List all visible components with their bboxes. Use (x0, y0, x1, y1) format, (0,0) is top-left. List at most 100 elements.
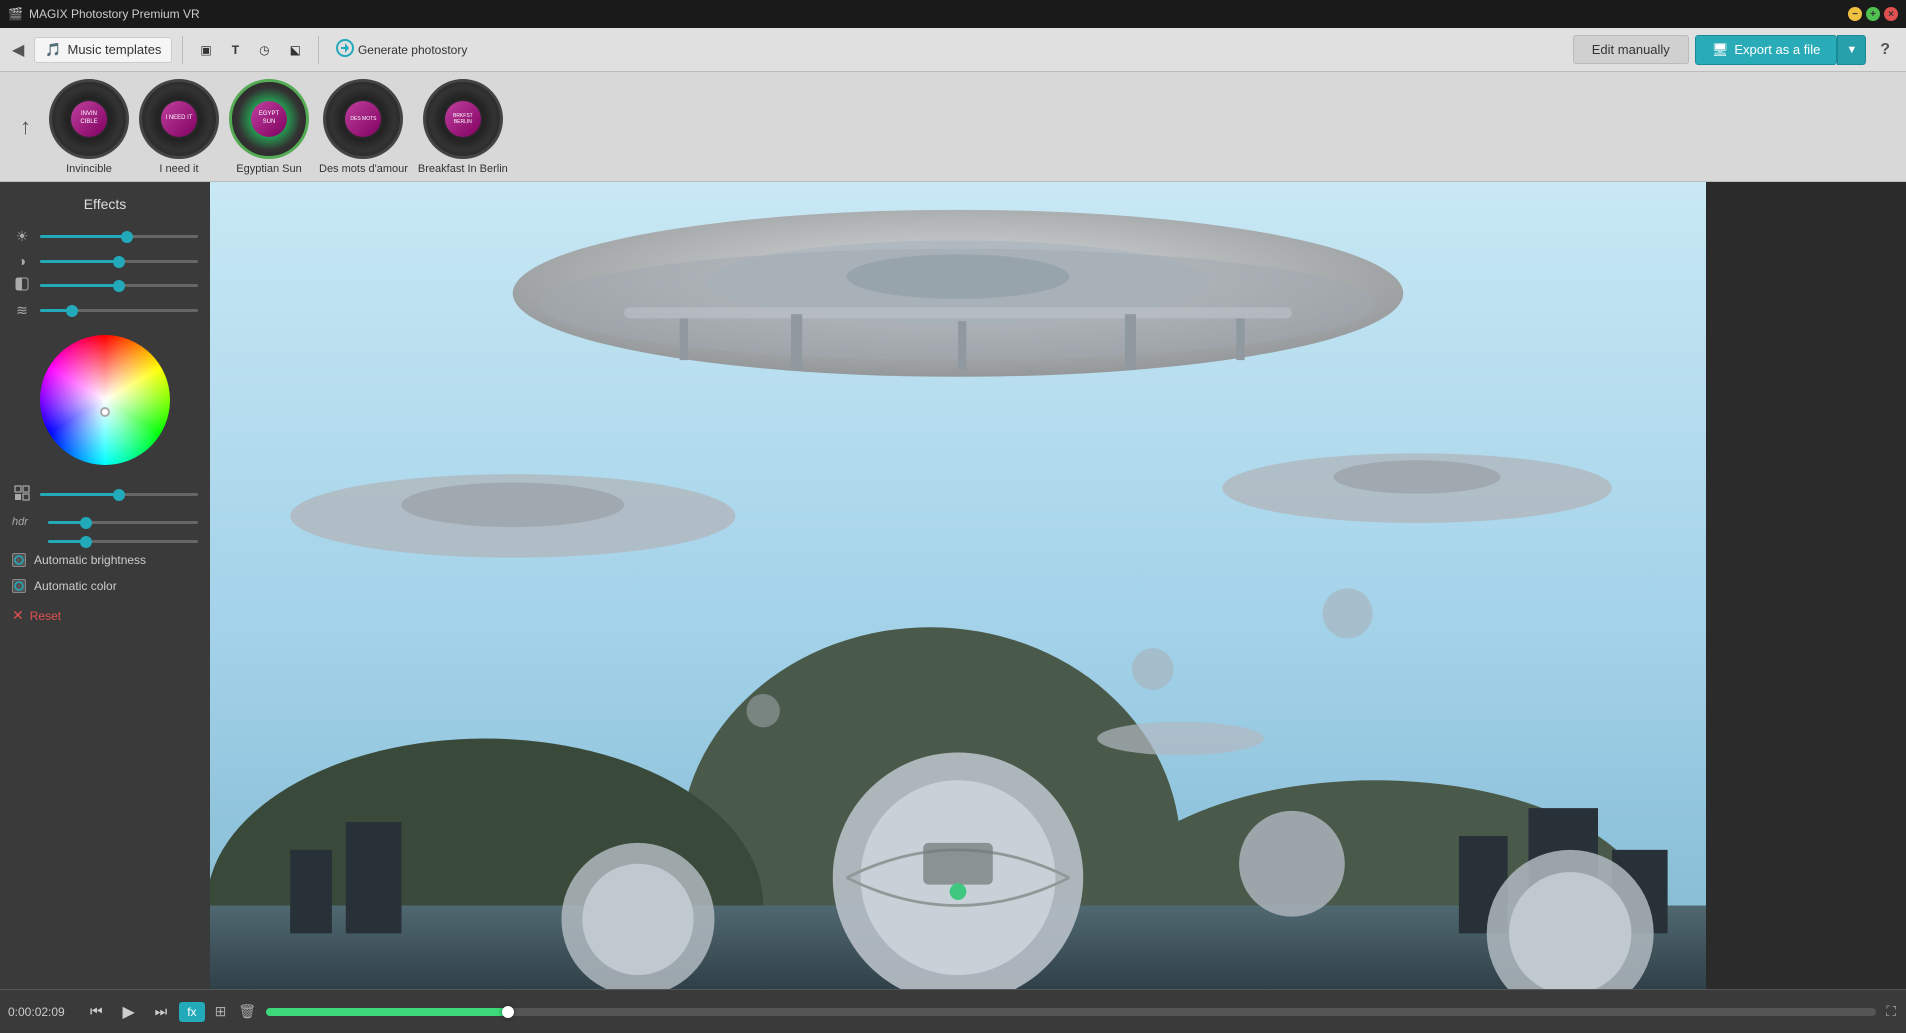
brightness-slider[interactable] (40, 235, 198, 238)
music-label-invincible: Invincible (66, 163, 112, 175)
music-item-breakfast[interactable]: BRKFST BERLIN Breakfast In Berlin (418, 79, 508, 175)
music-label-i-need-it: I need it (159, 163, 198, 175)
titlebar: 🎬 MAGIX Photostory Premium VR − + × (0, 0, 1906, 28)
square-tool-button[interactable]: ▣ (193, 38, 218, 62)
hdr-row: hdr (12, 516, 198, 528)
fx-button[interactable]: fx (179, 1002, 204, 1022)
reset-label: Reset (30, 609, 61, 623)
contrast-slider[interactable] (40, 284, 198, 287)
export-group: 🖥 Export as a file ▼ (1695, 35, 1866, 65)
timeline-fill (266, 1008, 508, 1016)
sharpness-slider[interactable] (40, 309, 198, 312)
export-button[interactable]: 🖥 Export as a file (1695, 35, 1838, 65)
sharpness-icon: ≋ (12, 302, 32, 319)
reset-row[interactable]: ✕ Reset (12, 603, 198, 628)
window-controls[interactable]: − + × (1848, 7, 1898, 21)
color-wheel-container[interactable] (12, 327, 198, 473)
video-frame (210, 182, 1706, 989)
export-dropdown-button[interactable]: ▼ (1837, 35, 1866, 65)
auto-brightness-row[interactable]: Automatic brightness (12, 551, 198, 569)
generate-photostory-button[interactable]: Generate photostory (329, 34, 474, 65)
reset-icon: ✕ (12, 607, 24, 624)
play-button[interactable]: ▶ (115, 998, 143, 1026)
clarity-row (12, 485, 198, 504)
contrast-icon (12, 277, 32, 294)
timeline-track[interactable] (266, 1008, 1876, 1016)
clock-icon: ◷ (259, 43, 269, 57)
music-label-egyptian-sun: Egyptian Sun (236, 163, 301, 175)
saturation-icon: ◑ (12, 253, 32, 269)
back-button[interactable]: ◀ (8, 36, 28, 64)
clarity-icon (12, 485, 32, 504)
music-row: ↑ INVIN CIBLE Invincible I NEED IT I nee… (0, 72, 1906, 182)
time-display: 0:00:02:09 (8, 1005, 78, 1019)
trash-button[interactable]: 🗑 (236, 1001, 258, 1022)
separator-2 (318, 36, 319, 64)
brightness-icon: ☀ (12, 228, 32, 245)
music-label-breakfast: Breakfast In Berlin (418, 163, 508, 175)
auto-color-label: Automatic color (34, 579, 117, 593)
music-item-invincible[interactable]: INVIN CIBLE Invincible (49, 79, 129, 175)
fullscreen-button[interactable]: ⛶ (1884, 1001, 1898, 1022)
brightness-row: ☀ (12, 228, 198, 245)
auto-color-row[interactable]: Automatic color (12, 577, 198, 595)
music-templates-button[interactable]: 🎵 Music templates (34, 37, 172, 63)
hdr-slider[interactable] (48, 521, 198, 524)
export-screen-icon: 🖥 (1712, 42, 1729, 58)
toolbar: ◀ 🎵 Music templates ▣ T ◷ ⬕ Generate pho… (0, 28, 1906, 72)
saturation-row: ◑ (12, 253, 198, 269)
generate-label: Generate photostory (358, 43, 467, 57)
maximize-button[interactable]: + (1866, 7, 1880, 21)
clarity-slider[interactable] (40, 493, 198, 496)
main-area: Effects ☀ ◑ (0, 182, 1906, 989)
hdr-label: hdr (12, 516, 40, 528)
crop-icon: ⬕ (290, 43, 301, 57)
right-panel (1706, 182, 1906, 989)
hdr2-slider[interactable] (48, 540, 198, 543)
color-wheel[interactable] (40, 335, 170, 465)
clock-tool-button[interactable]: ◷ (252, 38, 276, 62)
music-disc-egyptian-sun: EGYPT SUN (229, 79, 309, 159)
app-icon: 🎬 (8, 7, 23, 21)
separator-1 (182, 36, 183, 64)
scene-svg (210, 182, 1706, 989)
auto-brightness-checkbox[interactable] (12, 553, 26, 567)
color-wheel-dot (100, 407, 110, 417)
music-disc-des-mots: DES MOTS (323, 79, 403, 159)
music-disc-invincible: INVIN CIBLE (49, 79, 129, 159)
music-templates-label: Music templates (68, 42, 162, 57)
square-icon: ▣ (200, 43, 211, 57)
effects-sidebar: Effects ☀ ◑ (0, 182, 210, 989)
auto-brightness-label: Automatic brightness (34, 553, 146, 567)
music-item-i-need-it[interactable]: I NEED IT I need it (139, 79, 219, 175)
export-label: Export as a file (1734, 42, 1820, 57)
minimize-button[interactable]: − (1848, 7, 1862, 21)
edit-manually-button[interactable]: Edit manually (1573, 35, 1689, 64)
music-label-des-mots: Des mots d'amour (319, 163, 408, 175)
app-title: MAGIX Photostory Premium VR (29, 7, 200, 21)
text-tool-button[interactable]: T (225, 38, 246, 62)
effects-title: Effects (12, 192, 198, 220)
music-icon: 🎵 (45, 42, 61, 58)
auto-color-checkbox[interactable] (12, 579, 26, 593)
saturation-slider[interactable] (40, 260, 198, 263)
music-disc-i-need-it: I NEED IT (139, 79, 219, 159)
generate-icon (336, 39, 354, 60)
video-area (210, 182, 1706, 989)
grid-button[interactable]: ⊞ (213, 1001, 229, 1022)
crop-tool-button[interactable]: ⬕ (283, 38, 308, 62)
hdr2-row (12, 540, 198, 543)
rewind-button[interactable]: ⏮ (86, 1001, 107, 1022)
fast-forward-button[interactable]: ⏭ (151, 1001, 172, 1022)
close-button[interactable]: × (1884, 7, 1898, 21)
music-scroll-up[interactable]: ↑ (20, 114, 31, 140)
music-disc-breakfast: BRKFST BERLIN (423, 79, 503, 159)
music-item-des-mots[interactable]: DES MOTS Des mots d'amour (319, 79, 408, 175)
contrast-row (12, 277, 198, 294)
timeline: 0:00:02:09 ⏮ ▶ ⏭ fx ⊞ 🗑 ⛶ (0, 989, 1906, 1033)
music-item-egyptian-sun[interactable]: EGYPT SUN Egyptian Sun (229, 79, 309, 175)
timeline-thumb[interactable] (502, 1006, 514, 1018)
sharpness-row: ≋ (12, 302, 198, 319)
help-button[interactable]: ? (1872, 37, 1898, 63)
titlebar-left: 🎬 MAGIX Photostory Premium VR (8, 7, 200, 21)
